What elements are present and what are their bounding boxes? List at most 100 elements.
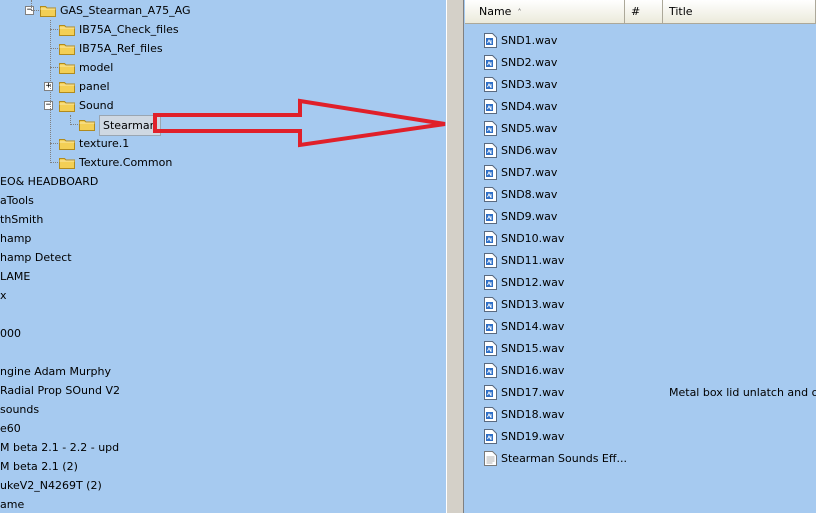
wav-file-icon <box>484 363 497 378</box>
tree-item[interactable]: sounds <box>0 400 446 419</box>
tree-item[interactable]: x <box>0 286 446 305</box>
tree-item[interactable]: Texture.Common <box>0 153 446 172</box>
wav-file-icon <box>484 275 497 290</box>
tree-item-label: model <box>79 61 114 74</box>
file-row[interactable]: SND5.wav <box>465 118 816 140</box>
tree-item[interactable]: ukeV2_N4269T (2) <box>0 476 446 495</box>
tree-item[interactable]: EO& HEADBOARD <box>0 172 446 191</box>
tree-item[interactable] <box>0 343 446 362</box>
tree-connector-line <box>50 67 58 68</box>
tree-item[interactable]: + panel <box>0 77 446 96</box>
file-name: SND18.wav <box>501 408 565 421</box>
file-row[interactable]: SND19.wav <box>465 426 816 448</box>
file-name: SND4.wav <box>501 100 558 113</box>
tree-item-label: hamp <box>0 232 32 245</box>
file-name: SND11.wav <box>501 254 565 267</box>
wav-file-icon <box>484 143 497 158</box>
file-row[interactable]: SND9.wav <box>465 206 816 228</box>
file-name: SND1.wav <box>501 34 558 47</box>
file-list-pane[interactable]: Name ˄ # Title SND1.wav SND2.wav SND3.wav SND4… <box>465 0 816 513</box>
wav-file-icon <box>484 121 497 136</box>
folder-icon <box>59 44 75 55</box>
tree-item[interactable] <box>0 305 446 324</box>
column-header-number[interactable]: # <box>625 0 663 23</box>
file-row[interactable]: SND14.wav <box>465 316 816 338</box>
file-row[interactable]: SND2.wav <box>465 52 816 74</box>
column-header-name[interactable]: Name ˄ <box>465 0 625 23</box>
wav-file-icon <box>484 429 497 444</box>
wav-file-icon <box>484 341 497 356</box>
file-row[interactable]: SND16.wav <box>465 360 816 382</box>
tree-item-label: aTools <box>0 194 34 207</box>
tree-connector-line <box>50 20 51 163</box>
tree-item[interactable]: − GAS_Stearman_A75_AG <box>0 1 446 20</box>
folder-tree-pane[interactable]: − GAS_Stearman_A75_AG IB75A_Check_files IB7… <box>0 0 446 513</box>
tree-item-label: texture.1 <box>79 137 130 150</box>
folder-icon <box>59 158 75 169</box>
file-row[interactable]: SND1.wav <box>465 30 816 52</box>
wav-file-icon <box>484 319 497 334</box>
file-row[interactable]: SND12.wav <box>465 272 816 294</box>
file-row[interactable]: SND11.wav <box>465 250 816 272</box>
tree-connector-line <box>50 29 58 30</box>
file-name: SND16.wav <box>501 364 565 377</box>
file-row[interactable]: SND8.wav <box>465 184 816 206</box>
wav-file-icon <box>484 231 497 246</box>
file-row[interactable]: SND3.wav <box>465 74 816 96</box>
file-row[interactable]: SND6.wav <box>465 140 816 162</box>
sort-ascending-icon: ˄ <box>517 8 522 17</box>
text-file-icon <box>484 451 497 466</box>
column-header-label: Name <box>479 5 512 18</box>
column-header-title[interactable]: Title <box>663 0 816 23</box>
wav-file-icon <box>484 253 497 268</box>
tree-item[interactable]: ame <box>0 495 446 513</box>
file-row[interactable]: SND15.wav <box>465 338 816 360</box>
folder-icon <box>59 25 75 36</box>
file-row[interactable]: SND4.wav <box>465 96 816 118</box>
tree-item-label: sounds <box>0 403 40 416</box>
tree-item[interactable]: IB75A_Ref_files <box>0 39 446 58</box>
file-row[interactable]: SND7.wav <box>465 162 816 184</box>
file-title: Metal box lid unlatch and op... <box>669 386 816 399</box>
tree-item[interactable]: hamp <box>0 229 446 248</box>
red-arrow-annotation <box>153 98 446 148</box>
tree-item[interactable]: aTools <box>0 191 446 210</box>
file-row[interactable]: SND10.wav <box>465 228 816 250</box>
collapse-minus-icon[interactable]: − <box>44 101 53 110</box>
file-name: SND13.wav <box>501 298 565 311</box>
file-name: SND10.wav <box>501 232 565 245</box>
tree-item[interactable]: M beta 2.1 - 2.2 - upd <box>0 438 446 457</box>
expand-plus-icon[interactable]: + <box>44 82 53 91</box>
wav-file-icon <box>484 385 497 400</box>
tree-item-label: x <box>0 289 7 302</box>
tree-item[interactable]: model <box>0 58 446 77</box>
tree-item[interactable]: 000 <box>0 324 446 343</box>
tree-item-label: Texture.Common <box>79 156 173 169</box>
tree-item[interactable]: hamp Detect <box>0 248 446 267</box>
tree-item-label: EO& HEADBOARD <box>0 175 99 188</box>
tree-item[interactable]: ngine Adam Murphy <box>0 362 446 381</box>
wav-file-icon <box>484 55 497 70</box>
tree-item[interactable]: Radial Prop SOund V2 <box>0 381 446 400</box>
tree-connector-line <box>31 0 32 10</box>
wav-file-icon <box>484 407 497 422</box>
file-name: SND7.wav <box>501 166 558 179</box>
tree-connector-line <box>50 143 58 144</box>
file-row[interactable]: SND18.wav <box>465 404 816 426</box>
file-name: SND9.wav <box>501 210 558 223</box>
file-row[interactable]: Stearman Sounds Eff... <box>465 448 816 470</box>
tree-item-label: IB75A_Ref_files <box>79 42 163 55</box>
folder-icon <box>59 63 75 74</box>
tree-item[interactable]: LAME <box>0 267 446 286</box>
tree-item[interactable]: e60 <box>0 419 446 438</box>
tree-item-label: LAME <box>0 270 31 283</box>
tree-item-label: e60 <box>0 422 21 435</box>
tree-item[interactable]: IB75A_Check_files <box>0 20 446 39</box>
tree-item-label: Radial Prop SOund V2 <box>0 384 120 397</box>
pane-splitter[interactable] <box>446 0 464 513</box>
tree-item-label: thSmith <box>0 213 44 226</box>
file-row[interactable]: SND17.wav Metal box lid unlatch and op... <box>465 382 816 404</box>
tree-item[interactable]: M beta 2.1 (2) <box>0 457 446 476</box>
file-row[interactable]: SND13.wav <box>465 294 816 316</box>
tree-item[interactable]: thSmith <box>0 210 446 229</box>
